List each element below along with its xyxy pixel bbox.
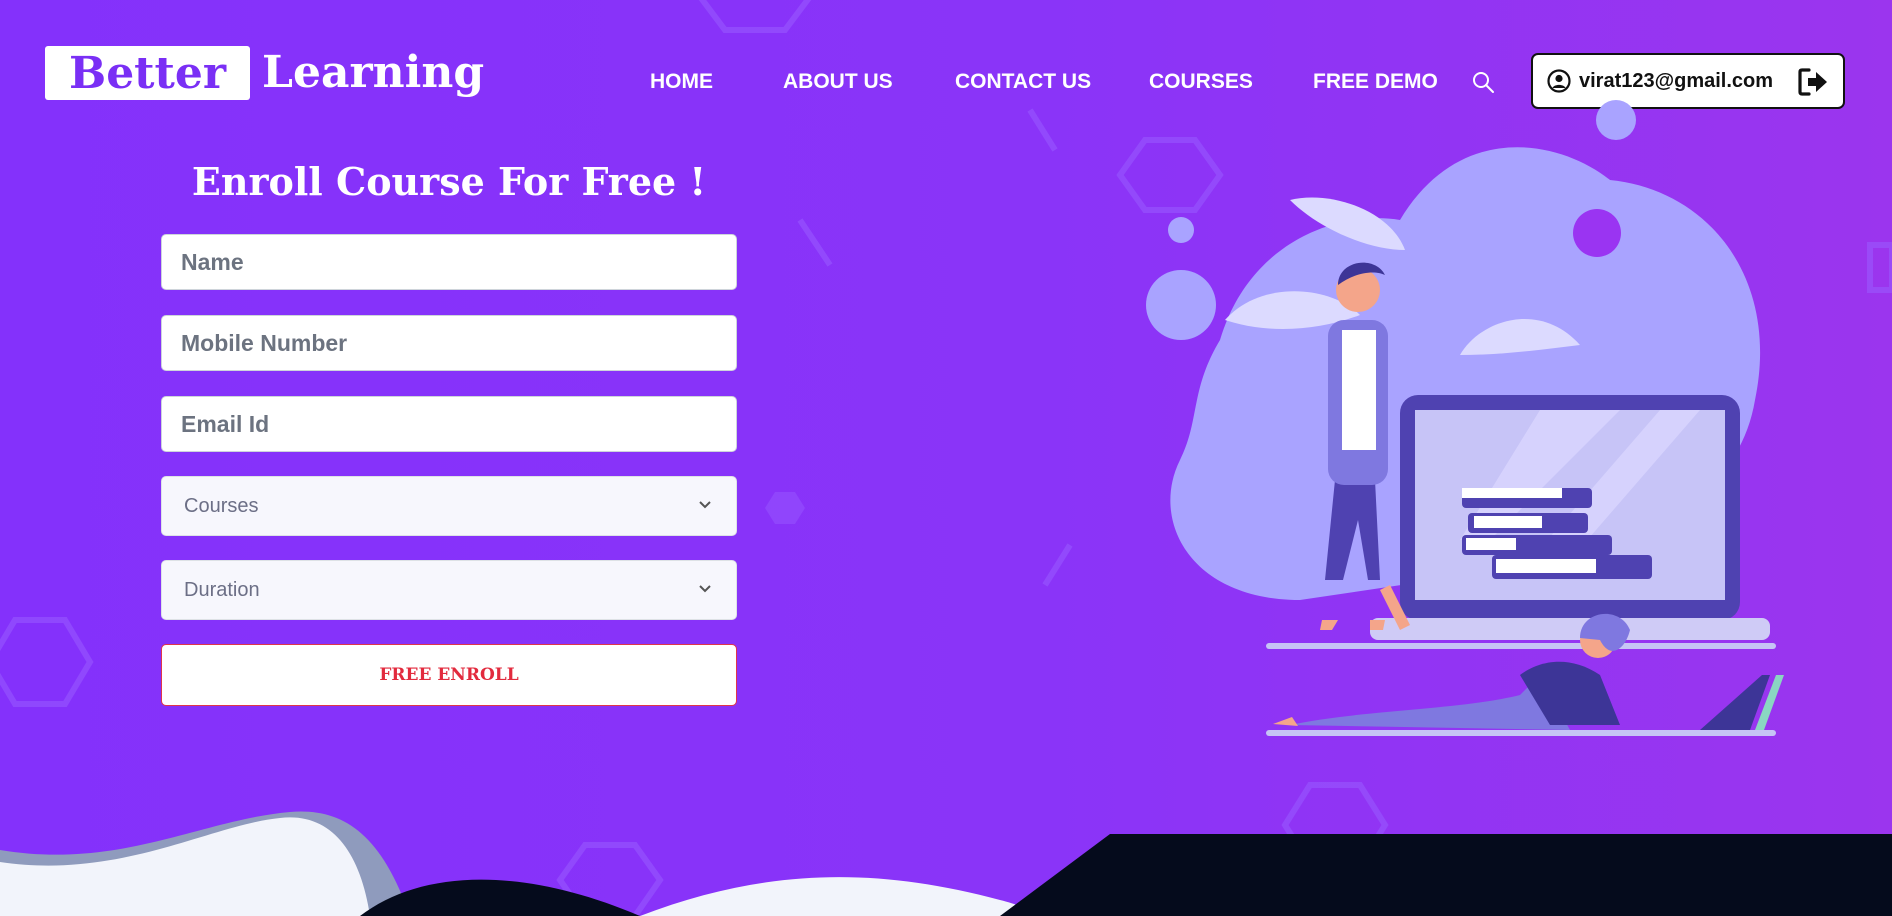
nav-about-us[interactable]: ABOUT US — [783, 68, 893, 96]
user-circle-icon — [1547, 69, 1571, 93]
logo-better: Better — [45, 46, 251, 100]
email-field[interactable] — [161, 396, 737, 452]
logout-icon[interactable] — [1797, 67, 1829, 97]
form-title: Enroll Course For Free ! — [191, 159, 707, 204]
nav-courses[interactable]: COURSES — [1149, 68, 1253, 96]
user-email: virat123@gmail.com — [1579, 69, 1774, 92]
nav-contact-us[interactable]: CONTACT US — [955, 68, 1091, 96]
free-enroll-button[interactable]: FREE ENROLL — [161, 644, 737, 706]
chevron-down-icon — [699, 501, 711, 509]
brand-logo[interactable]: Better Learning — [45, 44, 484, 102]
logo-learning: Learning — [262, 47, 485, 98]
chevron-down-icon — [699, 585, 711, 593]
duration-select[interactable]: Duration — [161, 560, 737, 620]
mobile-number-field[interactable] — [161, 315, 737, 371]
search-icon[interactable] — [1471, 70, 1495, 94]
courses-select-value: Courses — [184, 494, 259, 517]
learning-illustration — [1146, 100, 1784, 736]
nav-free-demo[interactable]: FREE DEMO — [1313, 68, 1438, 96]
duration-select-value: Duration — [184, 578, 260, 601]
name-field[interactable] — [161, 234, 737, 290]
bottom-waves-decoration — [0, 811, 1892, 916]
courses-select[interactable]: Courses — [161, 476, 737, 536]
nav-home[interactable]: HOME — [650, 68, 713, 96]
